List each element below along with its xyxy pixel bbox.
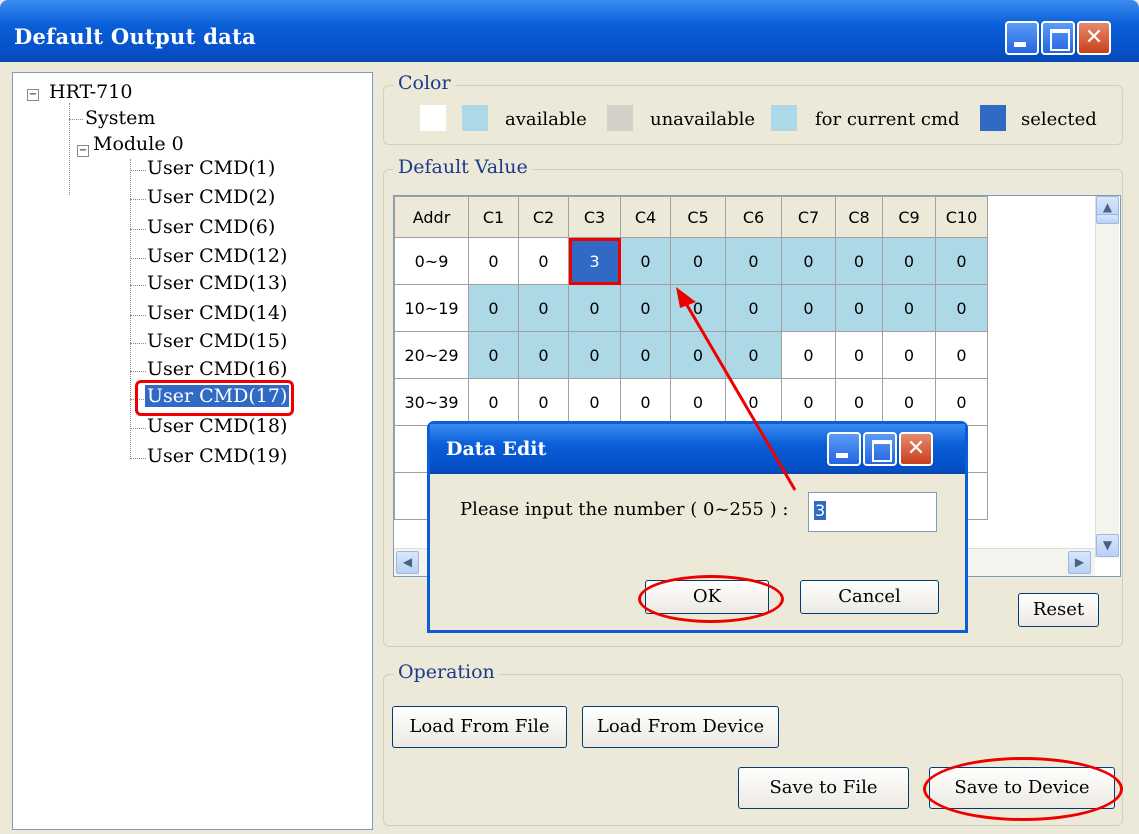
arrow-head-icon <box>676 287 696 308</box>
arrow-line <box>682 299 797 491</box>
annotation-arrow <box>676 287 797 491</box>
main-window: Default Output data ✕ − HRT-710 System −… <box>0 0 1139 834</box>
